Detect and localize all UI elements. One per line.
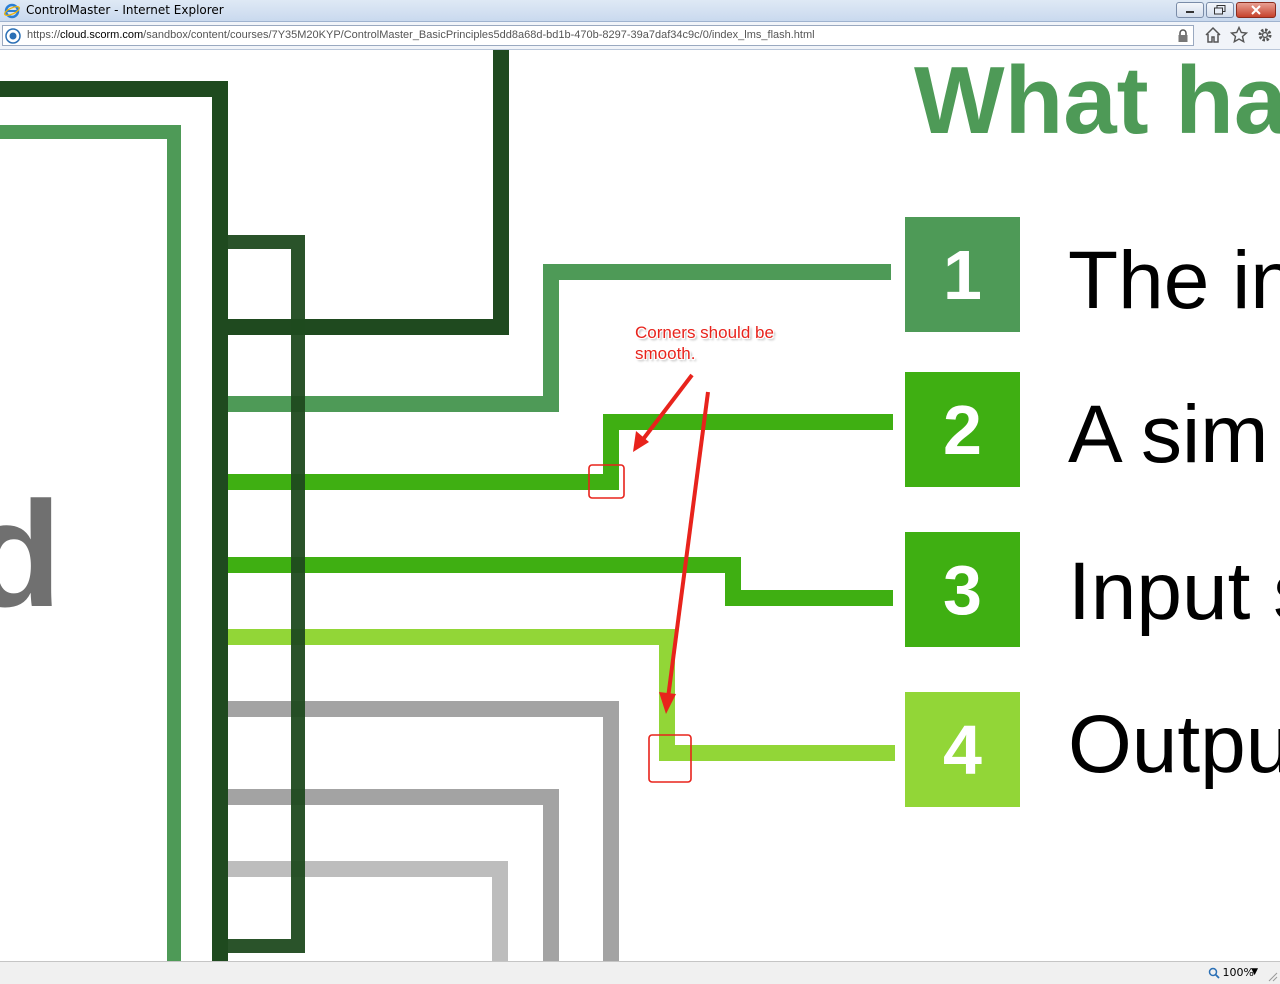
lock-icon[interactable]	[1177, 29, 1189, 43]
url-path: /sandbox/content/courses/7Y35M20KYP/Cont…	[143, 29, 815, 41]
window-title-bar: ControlMaster - Internet Explorer	[0, 0, 1280, 22]
step-number-4: 4	[905, 692, 1020, 807]
slide-content: What ha d 1 2 3 4 The in A sim Input s O…	[0, 50, 1280, 961]
step-number-2: 2	[905, 372, 1020, 487]
site-icon	[5, 28, 21, 44]
minimize-button[interactable]	[1176, 2, 1204, 18]
partial-heading-letter: d	[0, 470, 62, 638]
url-field[interactable]: https://cloud.scorm.com/sandbox/content/…	[2, 25, 1194, 46]
status-bar: 100% ▼	[0, 961, 1280, 984]
close-icon	[1251, 5, 1261, 15]
step-text-3: Input s	[1068, 546, 1280, 637]
step-text-2: A sim	[1068, 389, 1269, 480]
url-text: https://cloud.scorm.com/sandbox/content/…	[27, 29, 815, 41]
step-text-4: Outpu	[1068, 699, 1280, 790]
home-icon[interactable]	[1204, 26, 1222, 44]
annotation-arrow-2	[666, 391, 710, 699]
resize-grip-icon[interactable]	[1268, 972, 1278, 982]
step-number-3: 3	[905, 532, 1020, 647]
annotation-note: Corners should be smooth.	[635, 323, 774, 363]
wiring-diagram	[0, 50, 895, 961]
step-number-1: 1	[905, 217, 1020, 332]
zoom-magnifier-icon	[1208, 967, 1220, 979]
close-button[interactable]	[1236, 2, 1276, 18]
window-title: ControlMaster - Internet Explorer	[26, 3, 224, 17]
zoom-control[interactable]: 100%	[1208, 966, 1254, 979]
gear-icon[interactable]	[1256, 26, 1274, 44]
slide-title: What ha	[914, 50, 1280, 154]
favorites-star-icon[interactable]	[1230, 26, 1248, 44]
restore-button[interactable]	[1206, 2, 1234, 18]
url-domain: cloud.scorm.com	[60, 29, 144, 41]
internet-explorer-icon	[4, 3, 20, 19]
address-bar: https://cloud.scorm.com/sandbox/content/…	[0, 22, 1280, 50]
minimize-icon	[1186, 11, 1194, 13]
step-text-1: The in	[1068, 235, 1280, 326]
restore-icon	[1214, 5, 1226, 15]
annotation-arrow-1	[639, 373, 694, 444]
chevron-down-icon[interactable]: ▼	[1251, 967, 1258, 977]
zoom-level: 100%	[1222, 966, 1254, 979]
